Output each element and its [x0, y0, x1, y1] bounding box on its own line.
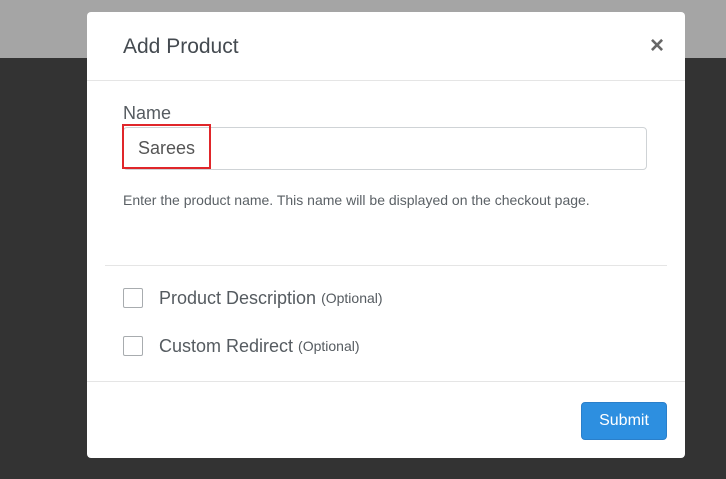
- section-divider: [105, 265, 667, 266]
- modal-header: Add Product ×: [87, 12, 685, 81]
- add-product-modal: Add Product × Name Enter the product nam…: [87, 12, 685, 458]
- close-icon[interactable]: ×: [647, 34, 667, 58]
- modal-title: Add Product: [123, 35, 239, 58]
- optional-tag: (Optional): [321, 290, 383, 306]
- product-description-label: Product Description: [159, 287, 317, 308]
- optional-tag: (Optional): [298, 338, 360, 354]
- custom-redirect-label: Custom Redirect: [159, 335, 294, 356]
- name-help-text: Enter the product name. This name will b…: [123, 192, 590, 208]
- option-custom-redirect[interactable]: Custom Redirect (Optional): [123, 334, 360, 358]
- name-label: Name: [123, 103, 172, 123]
- product-description-checkbox[interactable]: [123, 288, 143, 308]
- product-name-input[interactable]: [123, 127, 647, 170]
- option-product-description[interactable]: Product Description (Optional): [123, 286, 383, 310]
- footer-divider: [87, 381, 685, 382]
- submit-button[interactable]: Submit: [581, 402, 667, 440]
- custom-redirect-checkbox[interactable]: [123, 336, 143, 356]
